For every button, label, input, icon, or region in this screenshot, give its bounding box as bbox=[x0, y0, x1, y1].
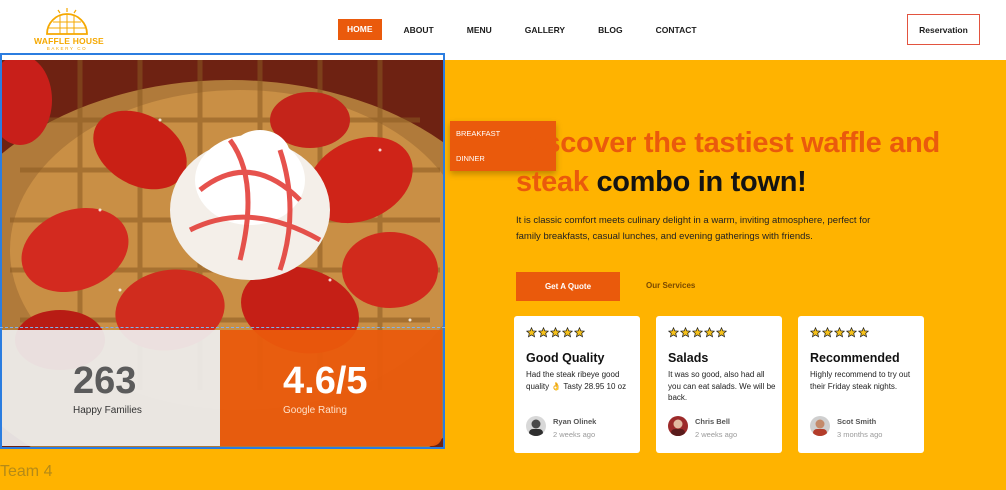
testimonial-body: Had the steak ribeye good quality 👌 Tast… bbox=[526, 370, 627, 391]
star-icon bbox=[858, 327, 869, 338]
nav-about[interactable]: ABOUT bbox=[404, 25, 434, 35]
star-icon bbox=[834, 327, 845, 338]
avatar bbox=[810, 416, 830, 436]
star-icon bbox=[668, 327, 679, 338]
logo-wordmark: WAFFLE HOUSE bbox=[34, 36, 104, 46]
stat-happy-families: 263 Happy Families bbox=[0, 330, 220, 446]
our-services-link[interactable]: Our Services bbox=[646, 281, 695, 290]
testimonial-body: Highly recommend to try out their Friday… bbox=[810, 370, 911, 391]
reservation-button[interactable]: Reservation bbox=[907, 14, 980, 45]
nav-home[interactable]: HOME bbox=[338, 19, 382, 40]
star-rating bbox=[668, 327, 728, 338]
hero-headline: Discover the tastiest waffle and steak c… bbox=[516, 124, 956, 202]
testimonial-card: Good Quality Had the steak ribeye good q… bbox=[514, 316, 640, 453]
nav-contact[interactable]: CONTACT bbox=[656, 25, 697, 35]
review-time: 3 months ago bbox=[837, 430, 883, 439]
testimonial-body: It was so good, also had all you can eat… bbox=[668, 370, 776, 402]
logo-tagline: BAKERY CO bbox=[46, 46, 88, 51]
avatar bbox=[526, 416, 546, 436]
review-time: 2 weeks ago bbox=[553, 430, 596, 439]
star-icon bbox=[716, 327, 727, 338]
team-section-heading: Team 4 bbox=[0, 463, 53, 480]
stat-google-rating: 4.6/5 Google Rating bbox=[220, 330, 442, 446]
reviewer-name: Chris Bell bbox=[695, 417, 731, 426]
testimonial-title: Salads bbox=[668, 351, 709, 365]
star-icon bbox=[704, 327, 715, 338]
star-rating bbox=[526, 327, 586, 338]
star-icon bbox=[692, 327, 703, 338]
review-time: 2 weeks ago bbox=[695, 430, 738, 439]
stat-rating-label: Google Rating bbox=[283, 404, 347, 416]
star-icon bbox=[562, 327, 573, 338]
star-icon bbox=[574, 327, 585, 338]
testimonial-title: Good Quality bbox=[526, 351, 605, 365]
hero-description: It is classic comfort meets culinary del… bbox=[516, 215, 871, 242]
testimonial-card: Salads It was so good, also had all you … bbox=[656, 316, 782, 453]
reviewer-name: Ryan Olinek bbox=[553, 417, 597, 426]
star-rating bbox=[810, 327, 870, 338]
star-icon bbox=[538, 327, 549, 338]
nav-blog[interactable]: BLOG bbox=[598, 25, 623, 35]
stat-rating-value: 4.6/5 bbox=[283, 359, 368, 402]
nav-gallery[interactable]: GALLERY bbox=[525, 25, 565, 35]
star-icon bbox=[550, 327, 561, 338]
site-header: WAFFLE HOUSE BAKERY CO HOME ABOUT MENU G… bbox=[0, 0, 1006, 60]
avatar bbox=[668, 416, 688, 436]
star-icon bbox=[810, 327, 821, 338]
waffle-logo-icon bbox=[46, 8, 88, 35]
testimonial-card: Recommended Highly recommend to try out … bbox=[798, 316, 924, 453]
main-nav: HOME ABOUT MENU GALLERY BLOG CONTACT bbox=[338, 19, 730, 40]
stat-families-value: 263 bbox=[73, 359, 137, 402]
stat-families-label: Happy Families bbox=[73, 404, 142, 416]
reviewer-name: Scot Smith bbox=[837, 417, 877, 426]
headline-emphasis: combo in town! bbox=[596, 166, 807, 198]
brand-logo[interactable]: WAFFLE HOUSE BAKERY CO bbox=[34, 8, 104, 51]
nav-menu[interactable]: MENU bbox=[467, 25, 492, 35]
star-icon bbox=[526, 327, 537, 338]
star-icon bbox=[846, 327, 857, 338]
dropdown-item-dinner[interactable]: DINNER bbox=[456, 154, 485, 163]
hero-section: BREAKFAST DINNER 263 Happy Families 4.6/… bbox=[0, 53, 1006, 490]
star-icon bbox=[680, 327, 691, 338]
testimonial-title: Recommended bbox=[810, 351, 900, 365]
get-quote-button[interactable]: Get A Quote bbox=[516, 272, 620, 301]
dropdown-item-breakfast[interactable]: BREAKFAST bbox=[456, 129, 500, 138]
star-icon bbox=[822, 327, 833, 338]
